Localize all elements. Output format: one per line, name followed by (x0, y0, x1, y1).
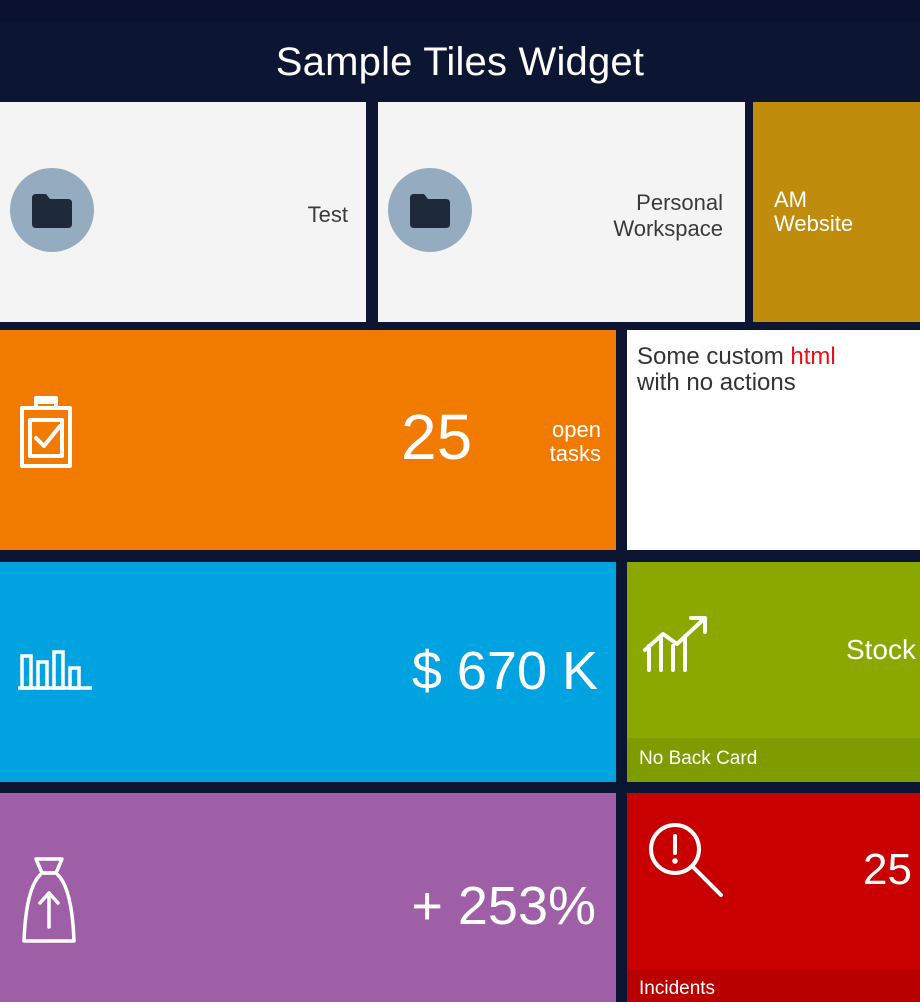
custom-html-text: Some custom html with no actions (637, 344, 836, 396)
trend-up-icon (643, 616, 707, 672)
bar-chart-icon (18, 650, 92, 690)
custom-html-text-highlight: html (790, 343, 836, 370)
tile-incidents[interactable]: 25 Incidents (627, 793, 920, 1002)
tile-personal-workspace-label-line2: Workspace (613, 216, 723, 241)
open-tasks-caption: open tasks (523, 418, 601, 466)
incidents-footer: Incidents (627, 970, 920, 1002)
tile-personal-workspace[interactable]: Personal Workspace (378, 102, 745, 322)
custom-html-text-prefix: Some custom (637, 343, 791, 370)
stock-footer: No Back Card (627, 738, 920, 782)
widget-title: Sample Tiles Widget (275, 40, 645, 84)
tile-am-website-label-line1: AM (774, 187, 807, 212)
growth-value: + 253% (411, 876, 596, 936)
folder-icon (388, 168, 472, 252)
incidents-count: 25 (863, 845, 912, 894)
open-tasks-caption-line1: open (552, 417, 601, 442)
incidents-footer-text: Incidents (639, 978, 716, 999)
custom-html-text-suffix: with no actions (637, 369, 796, 396)
tile-personal-workspace-label-line1: Personal (636, 190, 723, 215)
search-alert-icon (649, 823, 723, 897)
folder-icon (10, 168, 94, 252)
tile-am-website-label-line2: Website (774, 211, 854, 236)
tile-am-website-label: AM Website (774, 188, 853, 236)
tile-growth[interactable]: + 253% (0, 793, 616, 1002)
tile-test-label: Test (307, 202, 348, 227)
tile-revenue[interactable]: $ 670 K (0, 562, 616, 782)
open-tasks-count: 25 (401, 401, 473, 473)
widget-header: Sample Tiles Widget (0, 0, 920, 96)
money-bag-up-icon (22, 857, 76, 943)
stock-label: Stock (845, 634, 916, 665)
tile-am-website[interactable]: AM Website (753, 102, 920, 322)
tile-test[interactable]: Test (0, 102, 366, 322)
tile-custom-html: Some custom html with no actions (627, 330, 920, 550)
tile-stock[interactable]: Stock No Back Card (627, 562, 920, 782)
stock-footer-text: No Back Card (639, 748, 758, 769)
tile-personal-workspace-label: Personal Workspace (613, 190, 723, 242)
clipboard-check-icon (20, 396, 72, 468)
revenue-value: $ 670 K (411, 641, 598, 701)
open-tasks-caption-line2: tasks (549, 441, 601, 466)
